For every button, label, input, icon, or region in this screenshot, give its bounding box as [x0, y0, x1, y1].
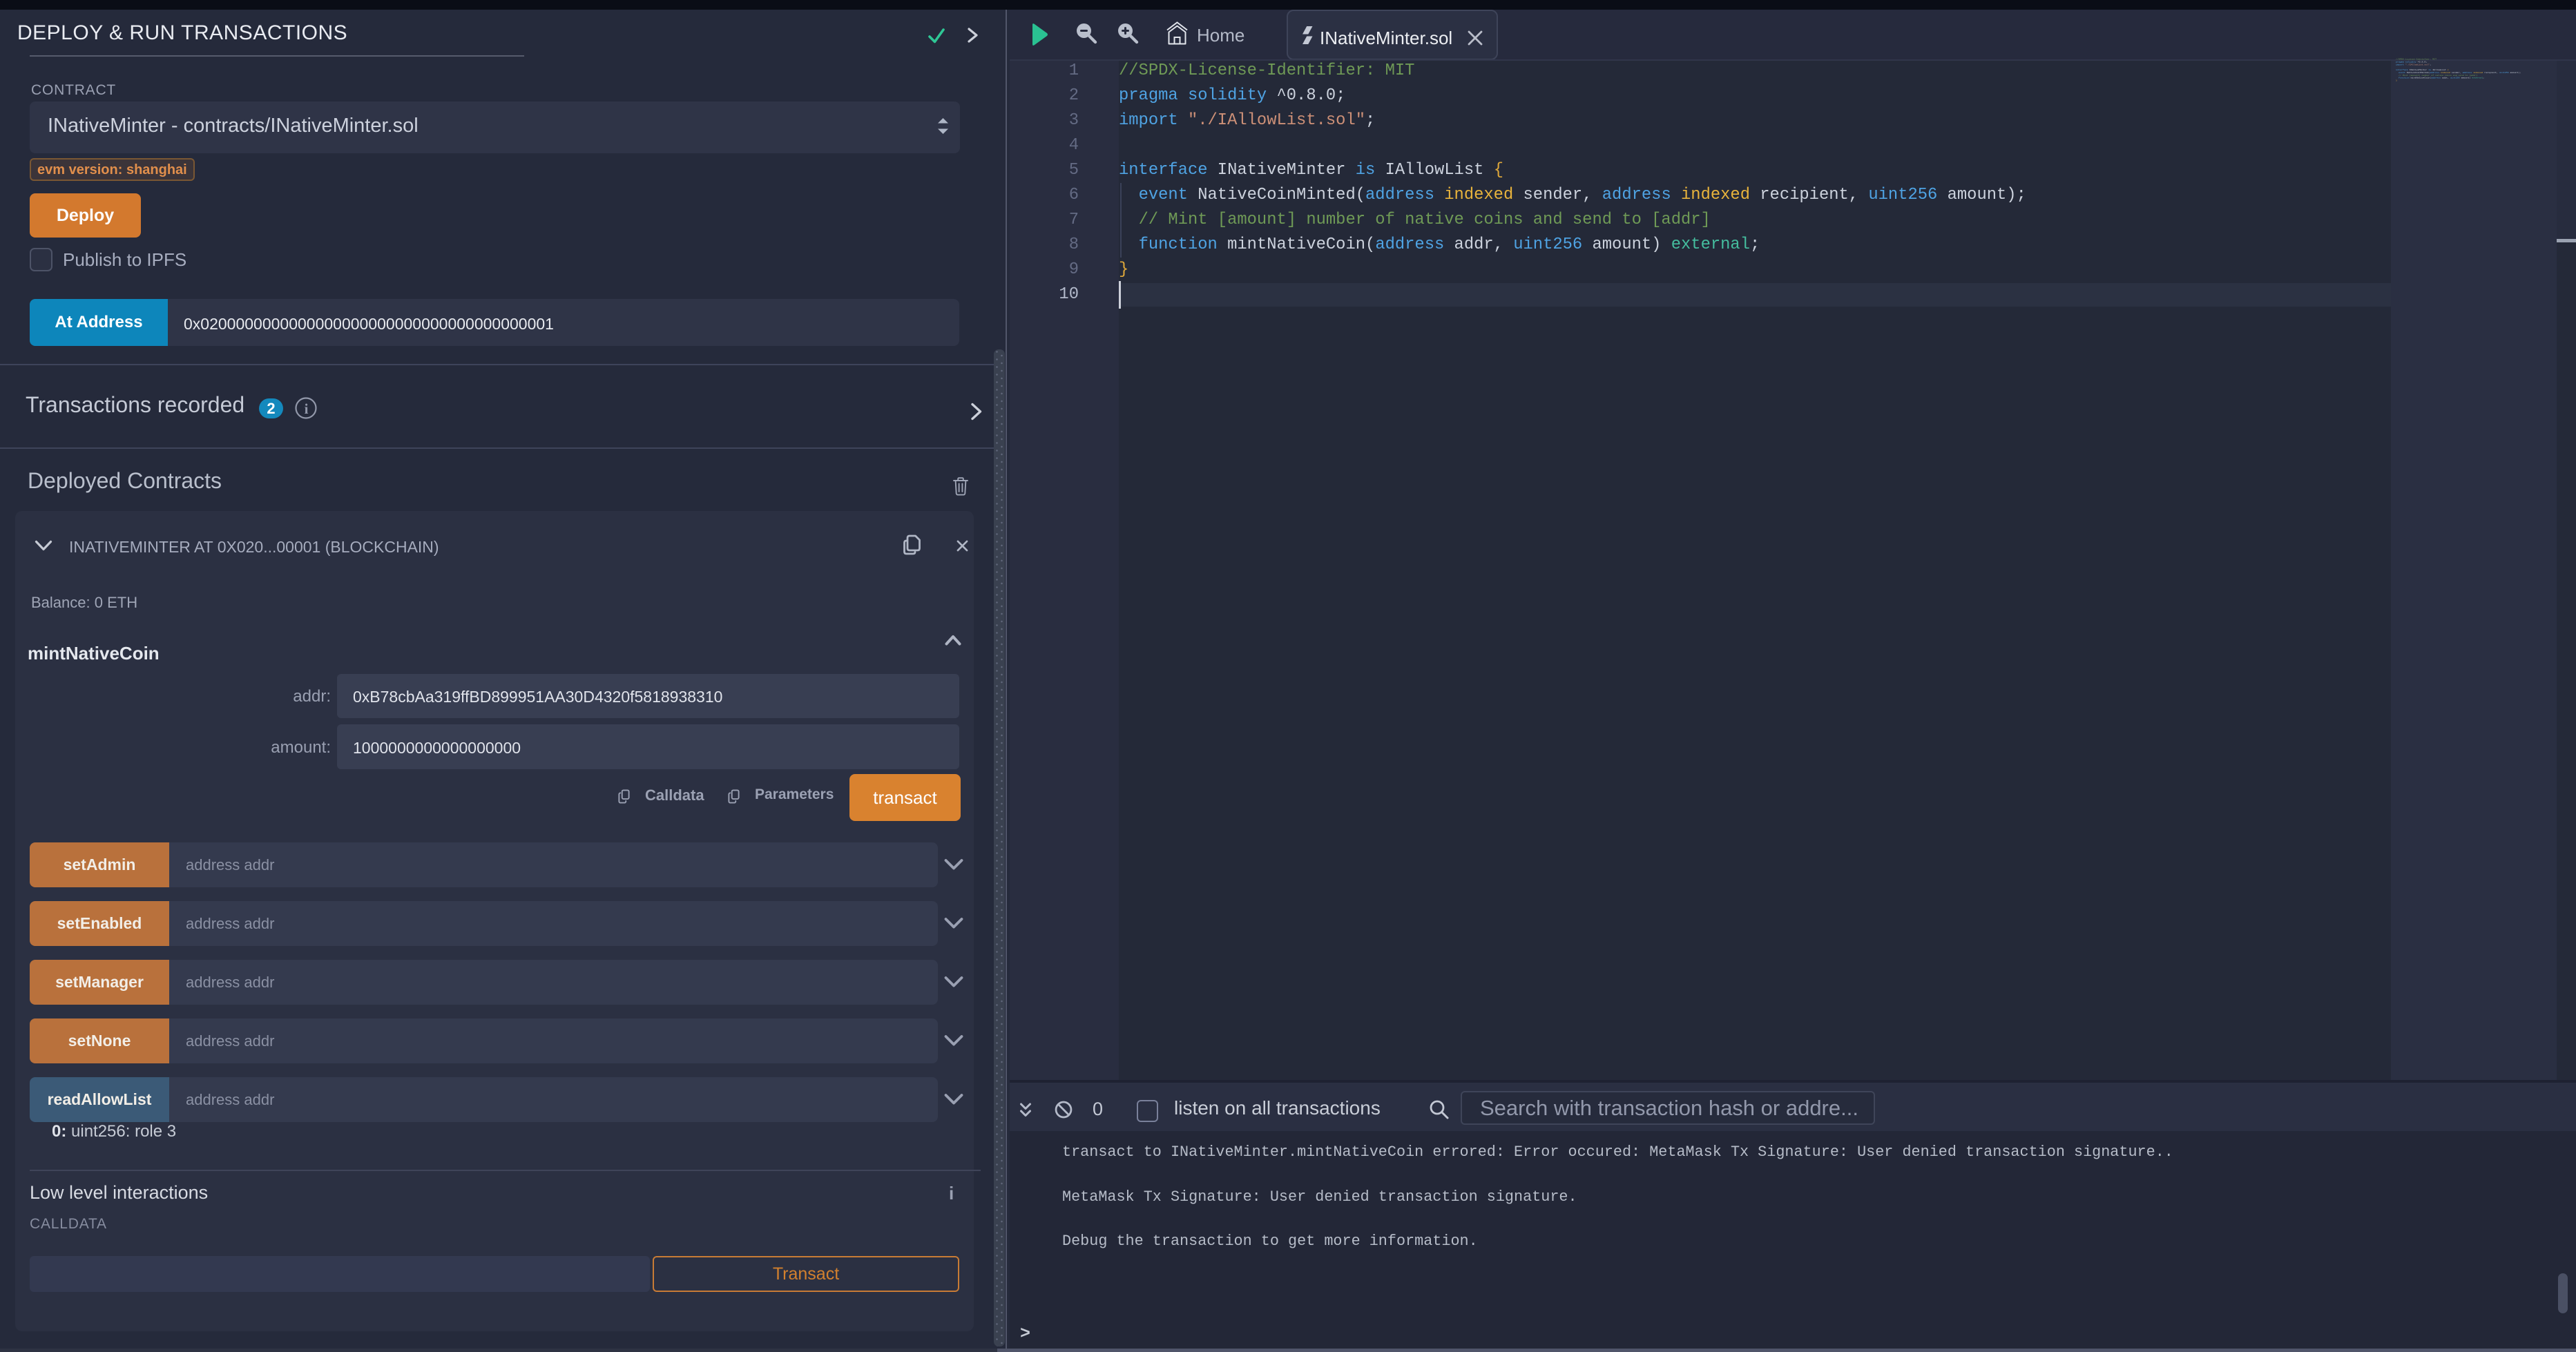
svg-text:i: i — [305, 400, 309, 417]
